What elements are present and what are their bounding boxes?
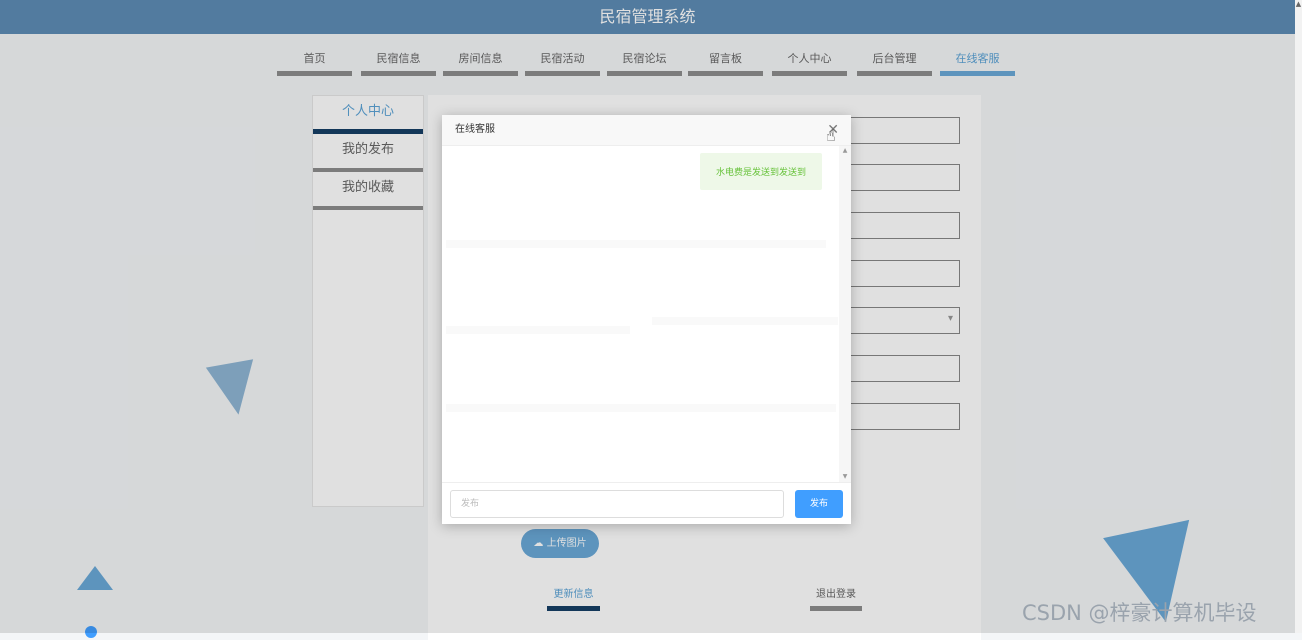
send-button-label: 发布 <box>809 499 828 509</box>
dialog-footer: 发布 发布 <box>442 482 851 524</box>
chat-message-area[interactable]: 水电费是发送到发送到 <box>442 146 839 482</box>
faint-divider <box>446 240 826 248</box>
scroll-up-icon[interactable]: ▲ <box>1295 0 1302 8</box>
watermark-text: CSDN @梓豪计算机毕设 <box>1022 601 1257 625</box>
scroll-up-icon[interactable]: ▲ <box>839 146 851 156</box>
online-service-dialog: 在线客服 ✕ 水电费是发送到发送到 ▲ ▼ 发布 发布 <box>442 115 851 524</box>
faint-divider <box>446 404 836 412</box>
chat-message-input[interactable]: 发布 <box>450 490 784 518</box>
watermark: CSDN @梓豪计算机毕设 <box>1022 597 1257 627</box>
send-button[interactable]: 发布 <box>795 490 843 518</box>
faint-divider <box>446 326 630 334</box>
hand-cursor-icon: ☝ <box>826 126 836 145</box>
input-placeholder: 发布 <box>461 499 480 509</box>
chat-scrollbar[interactable]: ▲ ▼ <box>839 146 851 482</box>
dialog-title: 在线客服 <box>455 124 495 135</box>
scroll-down-icon[interactable]: ▼ <box>839 472 851 482</box>
page-scrollbar[interactable]: ▲ <box>1295 0 1302 633</box>
faint-divider <box>652 317 838 325</box>
dialog-header: 在线客服 ✕ <box>442 115 851 146</box>
chat-message-text: 水电费是发送到发送到 <box>715 168 806 178</box>
chat-message-bubble: 水电费是发送到发送到 <box>699 153 822 190</box>
